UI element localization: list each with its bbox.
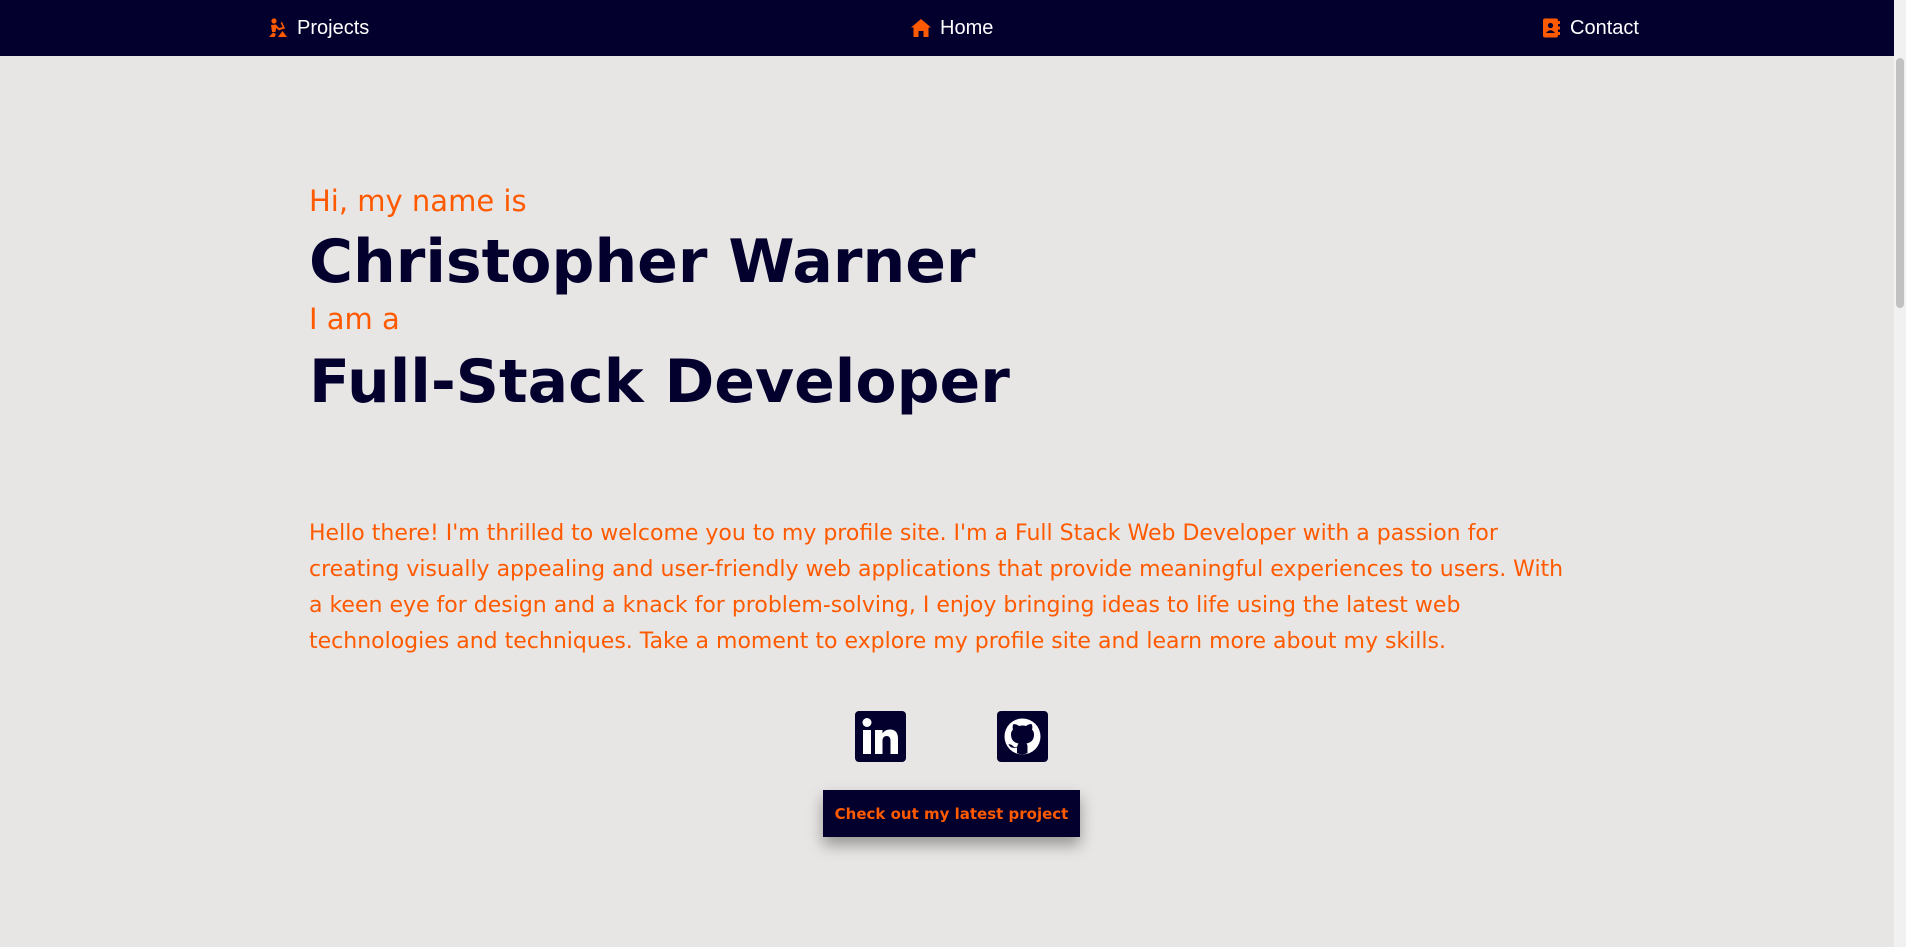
hero-name: Christopher Warner xyxy=(309,226,976,297)
github-icon xyxy=(997,711,1048,766)
hero-greeting: Hi, my name is xyxy=(309,184,527,218)
linkedin-icon xyxy=(855,711,906,766)
nav-contact-label: Contact xyxy=(1570,16,1639,39)
nav-contact-link[interactable]: Contact xyxy=(1540,0,1639,56)
hero-section: Hi, my name is Christopher Warner I am a… xyxy=(309,180,1564,420)
address-book-icon xyxy=(1540,17,1562,39)
linkedin-link[interactable] xyxy=(855,711,906,762)
top-navbar: Projects Home Contact xyxy=(0,0,1906,56)
person-digging-icon xyxy=(267,17,289,39)
nav-home-label: Home xyxy=(940,16,994,39)
bio-text: Hello there! I'm thrilled to welcome you… xyxy=(309,521,1564,654)
nav-projects-label: Projects xyxy=(297,16,370,39)
house-icon xyxy=(910,17,932,39)
hero-intro: I am a xyxy=(309,301,400,336)
page-scrollbar[interactable] xyxy=(1894,0,1906,947)
social-links xyxy=(855,711,1048,762)
nav-projects-link[interactable]: Projects xyxy=(267,0,369,56)
nav-home-link[interactable]: Home xyxy=(910,0,993,56)
github-link[interactable] xyxy=(997,711,1048,762)
scrollbar-thumb[interactable] xyxy=(1896,58,1904,308)
latest-project-button[interactable]: Check out my latest project xyxy=(823,790,1080,837)
hero-role: Full-Stack Developer xyxy=(309,346,1010,417)
